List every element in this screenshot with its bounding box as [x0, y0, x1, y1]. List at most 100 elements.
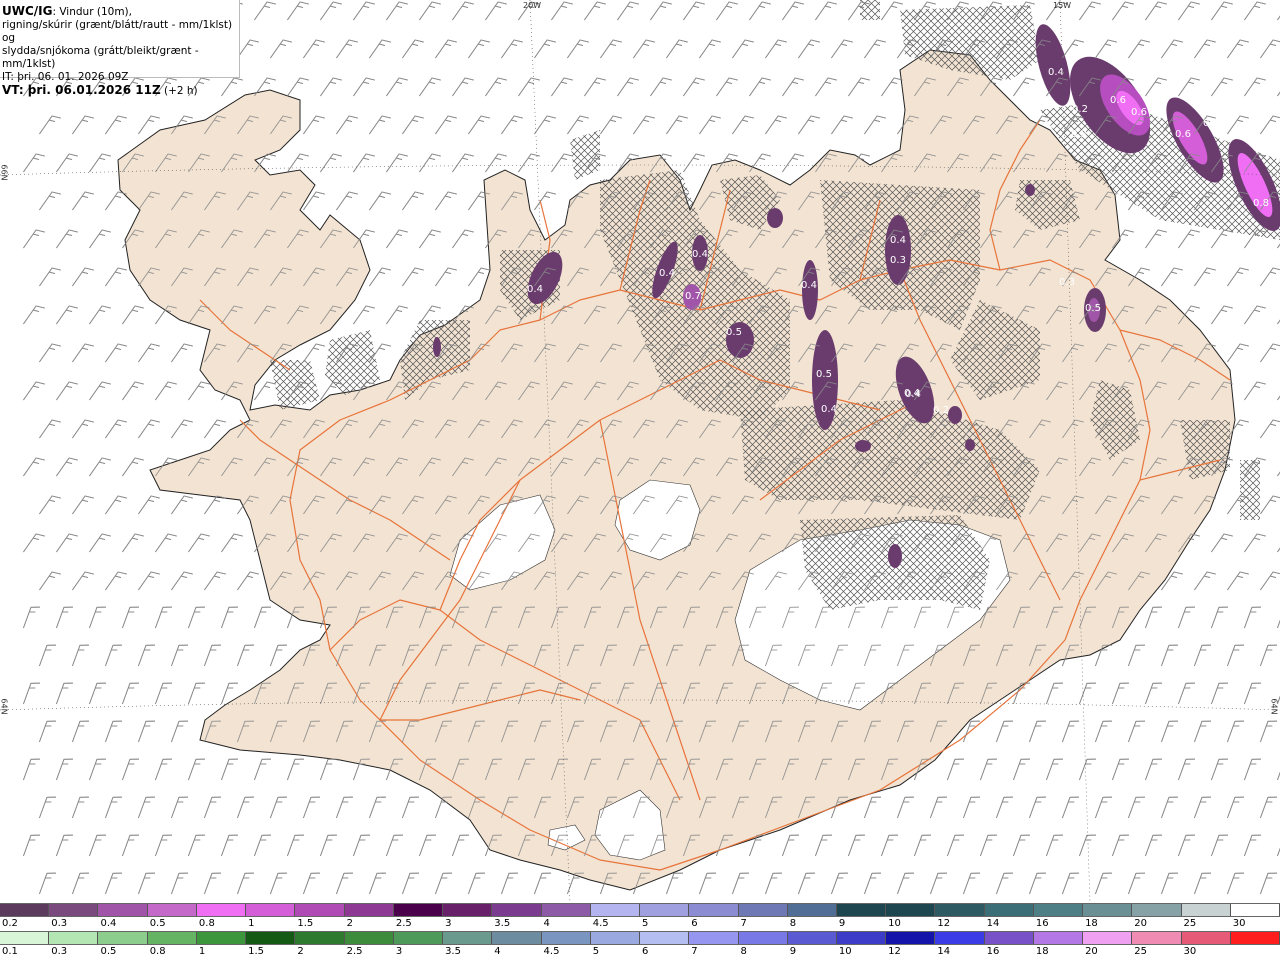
legend-label: 8	[740, 946, 747, 957]
legend-swatch	[1230, 904, 1280, 916]
legend-label: 20	[1134, 918, 1148, 929]
legend-label: 30	[1183, 946, 1197, 957]
header-line1: : Vindur (10m),	[52, 6, 132, 18]
legend-swatch	[541, 904, 591, 916]
legend-label: 14	[986, 918, 1000, 929]
precip-value-label: 0.3	[1059, 277, 1075, 288]
legend-swatch	[0, 932, 50, 944]
map-info-box: UWC/IG: Vindur (10m), rigning/skúrir (gr…	[0, 0, 240, 97]
precip-value-label: 0.4	[527, 284, 543, 295]
precip-value-label: 0.4	[821, 404, 837, 415]
legend-swatch	[984, 932, 1034, 944]
legend-swatch	[1181, 904, 1231, 916]
legend-label: 0.3	[51, 918, 68, 929]
legend-swatch	[541, 932, 591, 944]
precip-value-label: 0.2	[1071, 129, 1087, 140]
lat-label-64n-right: 64N	[1269, 698, 1279, 715]
legend-label: 18	[1035, 946, 1049, 957]
legend-label: 10	[888, 918, 901, 929]
legend-label: 7	[740, 918, 747, 929]
precip-value-label: 0.4	[1048, 67, 1064, 78]
legend-swatch	[98, 932, 148, 944]
legend-swatch	[0, 904, 50, 916]
legend-swatch	[1033, 904, 1084, 916]
rain-legend: 0.1 0.3 0.5 0.8 1 1.5 2 2.5 3 3.5 4 4.5 5 6 7 8 9 10 12 14 1…	[0, 931, 1280, 959]
precip-value-label: 0.3	[890, 255, 906, 266]
legend-label: 1.5	[248, 946, 265, 957]
snow-legend-labels: 0.2 0.3 0.4 0.5 0.8 1 1.5 2 2.5 3 3.5 4 4.5 5 6 7 8 9 10 12…	[0, 917, 1280, 931]
legend-label: 4.5	[592, 918, 609, 929]
legend-swatch	[98, 904, 148, 916]
legend-label: 4	[494, 946, 501, 957]
legend-swatch	[689, 904, 739, 916]
lat-label-64n-left: 64N	[0, 698, 9, 715]
legend-swatch	[886, 932, 936, 944]
legend-swatch	[443, 932, 493, 944]
legend-swatch	[393, 932, 444, 944]
legend-label: 0.5	[100, 946, 117, 957]
legend-label: 1	[248, 918, 255, 929]
precip-value-label: 0.5	[726, 327, 742, 338]
legend-label: 0.2	[2, 918, 18, 929]
legend-swatch	[590, 932, 641, 944]
precip-value-label: 0.6	[1175, 129, 1191, 140]
lon-label-20w: 20W	[523, 1, 542, 10]
legend-swatch	[492, 932, 542, 944]
lon-label-15w: 15W	[1053, 1, 1072, 10]
legend-swatch	[492, 904, 542, 916]
header-line2: rigning/skúrir (grænt/blátt/rautt - mm/1…	[2, 19, 233, 44]
model-name: UWC/IG	[2, 4, 53, 18]
legend-label: 9	[838, 918, 846, 929]
legend-swatch	[147, 932, 197, 944]
legend-label: 12	[937, 918, 951, 929]
legend-swatch	[246, 932, 296, 944]
header-line3: slydda/snjókoma (grátt/bleikt/grænt - mm…	[2, 45, 199, 70]
legend-label: 0.4	[100, 918, 117, 929]
legend-swatch	[147, 904, 197, 916]
legend-swatch	[1033, 932, 1084, 944]
precip-value-label: 0.4	[1203, 118, 1219, 129]
snow-legend-bar	[0, 903, 1280, 917]
precip-value-label: 0.4	[692, 249, 708, 260]
valid-time: VT: þri. 06.01.2026 11Z	[2, 83, 161, 97]
legend-label: 30	[1232, 918, 1246, 929]
legend-swatch	[295, 904, 345, 916]
legend-label: 20	[1085, 946, 1098, 957]
legend-label: 6	[642, 946, 649, 957]
legend-label: 5	[592, 946, 600, 957]
legend-swatch	[49, 932, 99, 944]
legend-label: 9	[789, 946, 797, 957]
legend-label: 12	[888, 946, 901, 957]
lead-time: (+2 h)	[160, 85, 198, 97]
legend-label: 1.5	[297, 918, 314, 929]
legend-swatch	[49, 904, 99, 916]
lat-label-66n: 66N	[0, 164, 9, 181]
legend-label: 25	[1134, 946, 1148, 957]
legend-label: 0.1	[2, 946, 18, 957]
legend-label: 18	[1085, 918, 1098, 929]
legend-swatch	[738, 932, 788, 944]
legend-label: 0.3	[51, 946, 68, 957]
precip-value-label: 0.8	[1253, 198, 1269, 209]
legend-label: 4	[543, 918, 550, 929]
weather-map[interactable]: 0.4 0.2 0.6 0.6 0.2 0.6 0.4 0.8 0.4 0.3 0.4 0.4 0.4 0…	[0, 0, 1280, 903]
legend-swatch	[935, 932, 985, 944]
precip-value-label: 0.7	[685, 291, 701, 302]
legend-label: 4.5	[543, 946, 560, 957]
precip-value-label: 0.4	[904, 388, 920, 399]
legend-label: 16	[986, 946, 1000, 957]
legend-swatch	[393, 904, 444, 916]
legend-swatch	[443, 904, 493, 916]
rain-legend-labels: 0.1 0.3 0.5 0.8 1 1.5 2 2.5 3 3.5 4 4.5 5 6 7 8 9 10 12 14 1…	[0, 945, 1280, 959]
legend-swatch	[1083, 932, 1133, 944]
legend-swatch	[935, 904, 985, 916]
legend-label: 25	[1183, 918, 1197, 929]
legend-swatch	[344, 904, 394, 916]
legend-label: 3	[395, 946, 403, 957]
legend-swatch	[246, 904, 296, 916]
legend-swatch	[984, 904, 1034, 916]
legend-swatch	[689, 932, 739, 944]
legend-label: 10	[838, 946, 852, 957]
legend-swatch	[787, 904, 837, 916]
legend-swatch	[886, 904, 936, 916]
